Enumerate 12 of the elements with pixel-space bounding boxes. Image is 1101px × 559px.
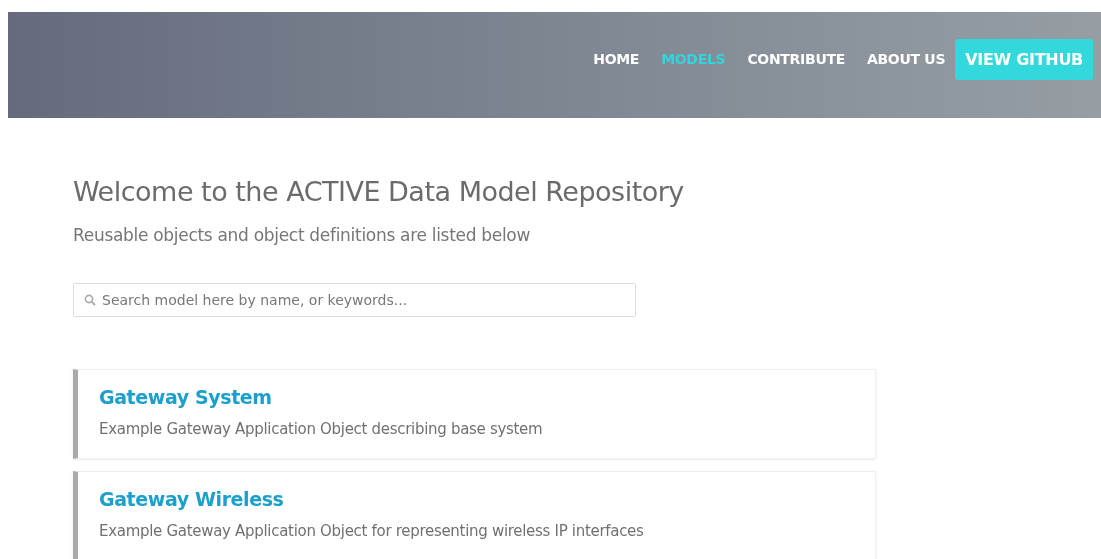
- model-description: Example Gateway Application Object for representing wireless IP interfaces: [99, 522, 645, 540]
- nav-link[interactable]: MODELS: [661, 51, 726, 67]
- model-description: Example Gateway Application Object describing base system: [99, 420, 544, 438]
- nav-link[interactable]: CONTRIBUTE: [747, 51, 845, 67]
- nav-link[interactable]: HOME: [593, 51, 640, 67]
- page-heading: Welcome to the ACTIVE Data Model Repository: [73, 176, 685, 207]
- model-title-link[interactable]: Gateway Wireless: [99, 488, 284, 510]
- search-field[interactable]: Search model here by name, or keywords...: [73, 283, 636, 317]
- page-subheading: Reusable objects and object definitions are listed below: [73, 225, 532, 245]
- view-github-button[interactable]: VIEW GITHUB: [955, 38, 1093, 80]
- model-title-link[interactable]: Gateway System: [99, 386, 272, 408]
- nav-link[interactable]: ABOUT US: [866, 51, 946, 67]
